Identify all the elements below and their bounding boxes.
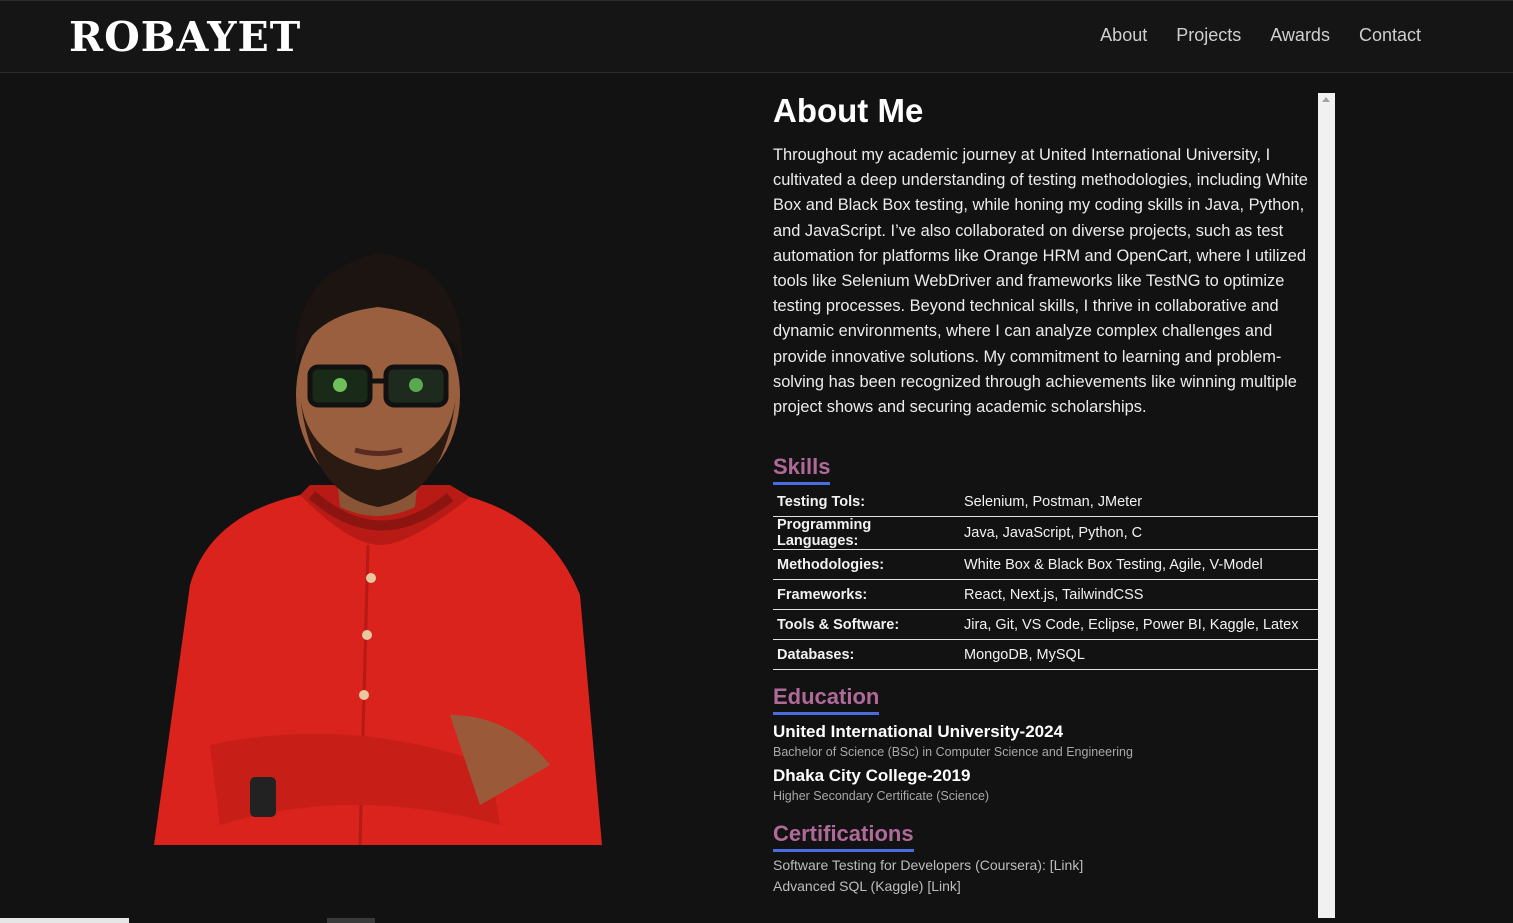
table-row: Tools & Software: Jira, Git, VS Code, Ecl…: [773, 609, 1318, 641]
nav-about-link[interactable]: About: [1100, 25, 1147, 46]
education-school: Dhaka City College-2019: [773, 766, 971, 786]
nav-awards-link[interactable]: Awards: [1270, 25, 1330, 46]
certification-link[interactable]: [Link]: [1050, 857, 1083, 873]
table-row: Frameworks: React, Next.js, TailwindCSS: [773, 579, 1318, 611]
certification-item: Software Testing for Developers (Courser…: [773, 857, 1318, 873]
skill-label: Databases:: [773, 639, 960, 671]
skill-label: Tools & Software:: [773, 609, 960, 641]
scroll-up-arrow-icon[interactable]: [1322, 97, 1330, 102]
about-panel: About Me Throughout my academic journey …: [773, 92, 1318, 923]
certification-item: Advanced SQL (Kaggle) [Link]: [773, 878, 1318, 894]
skills-table: Testing Tols: Selenium, Postman, JMeter P…: [773, 487, 1318, 671]
nav-contact-link[interactable]: Contact: [1359, 25, 1421, 46]
certification-text: Software Testing for Developers (Courser…: [773, 857, 1050, 874]
skill-label: Methodologies:: [773, 549, 960, 581]
education-degree: Bachelor of Science (BSc) in Computer Sc…: [773, 745, 1133, 760]
page-horizontal-scrollbar-track[interactable]: [0, 918, 129, 923]
table-row: Methodologies: White Box & Black Box Test…: [773, 549, 1318, 581]
about-title: About Me: [773, 92, 924, 129]
site-logo[interactable]: ROBAYET: [69, 13, 301, 61]
panel-scrollbar[interactable]: [1318, 93, 1335, 918]
skill-label: Programming Languages:: [773, 516, 960, 551]
skill-value: Jira, Git, VS Code, Eclipse, Power BI, K…: [960, 609, 1318, 641]
skill-value: Selenium, Postman, JMeter: [960, 487, 1318, 518]
skill-value: MongoDB, MySQL: [960, 639, 1318, 671]
skills-heading: Skills: [773, 454, 831, 486]
main-nav: About Projects Awards Contact: [1100, 25, 1421, 46]
skill-label: Testing Tols:: [773, 487, 960, 518]
table-row: Programming Languages: Java, JavaScript, …: [773, 516, 1318, 551]
certification-link[interactable]: [Link]: [927, 878, 960, 894]
profile-photo: [150, 245, 610, 847]
skill-value: React, Next.js, TailwindCSS: [960, 579, 1318, 611]
skill-label: Frameworks:: [773, 579, 960, 611]
nav-projects-link[interactable]: Projects: [1176, 25, 1241, 46]
certifications-heading: Certifications: [773, 821, 914, 853]
skill-value: White Box & Black Box Testing, Agile, V-…: [960, 549, 1318, 581]
table-row: Databases: MongoDB, MySQL: [773, 639, 1318, 671]
certification-text: Advanced SQL (Kaggle): [773, 878, 928, 895]
skill-value: Java, JavaScript, Python, C: [960, 516, 1318, 551]
education-heading: Education: [773, 684, 880, 716]
about-paragraph: Throughout my academic journey at United…: [773, 146, 1308, 417]
table-row: Testing Tols: Selenium, Postman, JMeter: [773, 487, 1318, 518]
page-horizontal-scrollbar-thumb[interactable]: [327, 918, 375, 923]
education-degree: Higher Secondary Certificate (Science): [773, 789, 990, 804]
top-navbar: ROBAYET About Projects Awards Contact: [0, 0, 1513, 73]
education-school: United International University-2024: [773, 722, 1064, 742]
